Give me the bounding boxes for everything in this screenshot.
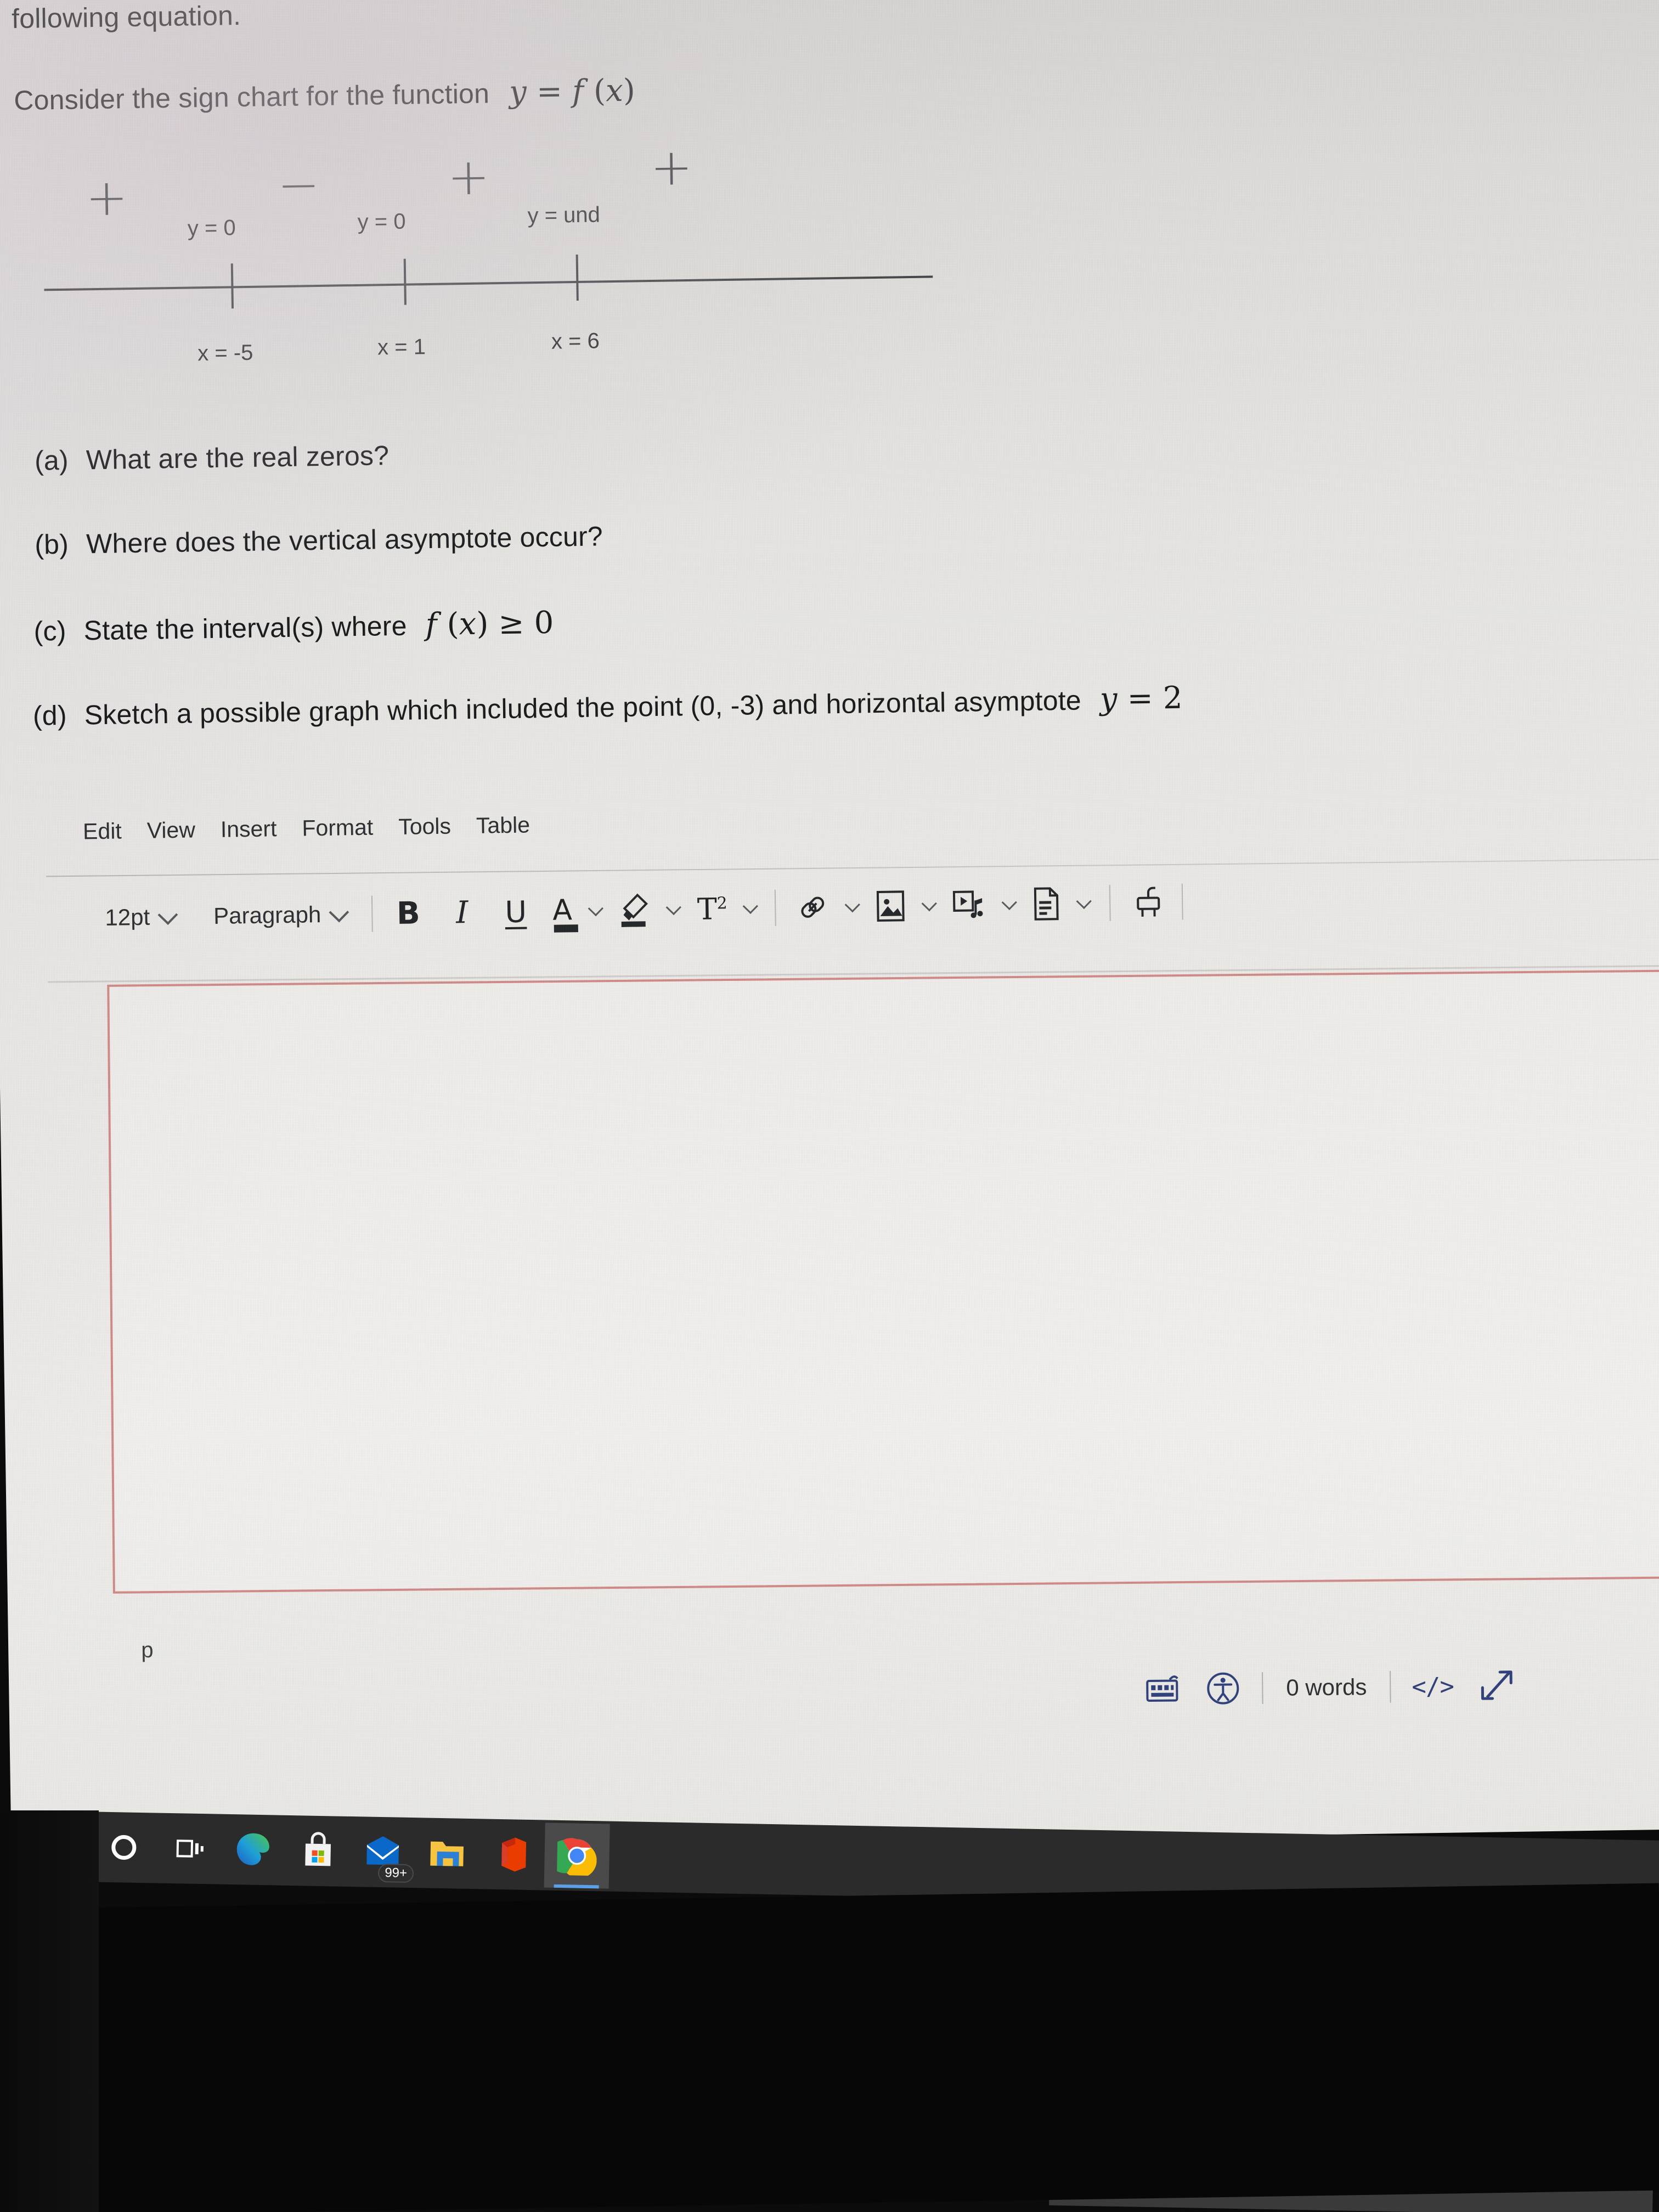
menu-item-tools[interactable]: Tools bbox=[398, 814, 451, 840]
taskbar-item-office[interactable] bbox=[479, 1821, 545, 1887]
value-label-1: y = 0 bbox=[187, 216, 236, 241]
chevron-down-icon bbox=[921, 895, 937, 912]
question-c-math: f (x) ≥ 0 bbox=[425, 605, 554, 643]
question-d-math: y = 2 bbox=[1099, 680, 1183, 717]
chevron-down-icon bbox=[329, 902, 349, 923]
resize-handle[interactable] bbox=[1477, 1667, 1516, 1706]
statusbar-divider bbox=[1390, 1671, 1391, 1703]
taskbar-item-file-explorer[interactable] bbox=[415, 1820, 481, 1886]
chevron-down-icon bbox=[666, 899, 682, 916]
sign-interval-2: − bbox=[276, 155, 320, 215]
tick-label-2: x = 1 bbox=[377, 335, 426, 360]
superscript-icon: T2 bbox=[697, 891, 728, 927]
font-size-select[interactable]: 12pt bbox=[91, 904, 187, 932]
highlight-color-control[interactable] bbox=[619, 892, 682, 927]
chevron-down-icon bbox=[1076, 893, 1092, 910]
font-size-value: 12pt bbox=[105, 904, 150, 930]
accessibility-checker-button[interactable] bbox=[1206, 1671, 1240, 1706]
tick-label-1: x = -5 bbox=[197, 340, 253, 366]
question-a-label: (a) bbox=[34, 444, 69, 476]
link-control[interactable] bbox=[796, 891, 860, 924]
question-b: (b) Where does the vertical asymptote oc… bbox=[35, 520, 603, 560]
monitor-bezel-left bbox=[0, 1810, 99, 2212]
statusbar-divider bbox=[1262, 1672, 1263, 1704]
question-d: (d) Sketch a possible graph which includ… bbox=[32, 680, 1183, 733]
chevron-down-icon bbox=[588, 900, 604, 917]
toolbar-divider bbox=[774, 889, 776, 926]
block-format-select[interactable]: Paragraph bbox=[199, 901, 359, 929]
question-c-text: State the interval(s) where bbox=[83, 610, 408, 646]
taskbar-item-microsoft-store[interactable] bbox=[285, 1818, 351, 1884]
superscript-control[interactable]: T2 bbox=[697, 891, 758, 927]
taskbar-item-mail[interactable]: 99+ bbox=[350, 1819, 416, 1885]
block-format-value: Paragraph bbox=[213, 901, 321, 929]
media-control[interactable] bbox=[952, 888, 1017, 922]
screen-content: following equation. Consider the sign ch… bbox=[1, 0, 1659, 1826]
menu-item-format[interactable]: Format bbox=[302, 815, 374, 842]
text-color-icon: A bbox=[552, 894, 573, 928]
question-b-text: Where does the vertical asymptote occur? bbox=[86, 521, 603, 560]
menu-item-edit[interactable]: Edit bbox=[83, 818, 122, 844]
editor-menubar: Edit View Insert Format Tools Table bbox=[83, 812, 531, 844]
menu-item-table[interactable]: Table bbox=[476, 812, 531, 838]
question-a: (a) What are the real zeros? bbox=[35, 439, 390, 477]
text-color-control[interactable]: A bbox=[552, 894, 604, 928]
editor-statusbar: 0 words </> bbox=[1133, 1666, 1527, 1708]
editor-breadcrumb[interactable]: p bbox=[141, 1638, 154, 1663]
question-c: (c) State the interval(s) where f (x) ≥ … bbox=[33, 605, 554, 648]
plugin-button[interactable] bbox=[1131, 881, 1165, 924]
html-editor-button[interactable]: </> bbox=[1412, 1672, 1454, 1701]
taskbar-item-cortana[interactable] bbox=[91, 1814, 157, 1880]
image-icon bbox=[875, 889, 905, 923]
sign-chart: + − + + y = 0 y = 0 y = und x = -5 x = 1… bbox=[1, 0, 991, 365]
bold-button[interactable]: B bbox=[391, 891, 426, 935]
chevron-down-icon bbox=[844, 897, 860, 913]
chevron-down-icon bbox=[157, 905, 178, 926]
sign-interval-4: + bbox=[650, 137, 693, 198]
tick-x-1 bbox=[403, 258, 407, 305]
tick-x-neg5 bbox=[230, 263, 234, 309]
question-a-text: What are the real zeros? bbox=[86, 440, 390, 476]
image-control[interactable] bbox=[875, 889, 937, 923]
question-d-label: (d) bbox=[32, 699, 67, 731]
number-line-axis bbox=[44, 275, 933, 291]
chevron-down-icon bbox=[1001, 894, 1017, 911]
toolbar-divider bbox=[1109, 884, 1111, 921]
monitor-photo: following equation. Consider the sign ch… bbox=[0, 0, 1659, 2212]
taskbar-item-edge[interactable] bbox=[221, 1817, 286, 1883]
question-b-label: (b) bbox=[34, 528, 69, 560]
sign-interval-3: + bbox=[447, 147, 490, 207]
desk-shadow bbox=[0, 1883, 1659, 2212]
underline-button[interactable]: U bbox=[499, 890, 533, 933]
menu-item-insert[interactable]: Insert bbox=[221, 816, 277, 843]
question-d-text: Sketch a possible graph which included t… bbox=[84, 685, 1082, 731]
monitor-screen: following equation. Consider the sign ch… bbox=[0, 0, 1659, 1854]
plug-icon bbox=[1133, 884, 1163, 920]
taskbar-item-chrome[interactable] bbox=[544, 1822, 610, 1889]
document-icon bbox=[1032, 887, 1060, 921]
editor-body[interactable] bbox=[107, 969, 1659, 1594]
word-count: 0 words bbox=[1286, 1674, 1367, 1701]
taskbar-item-task-view[interactable] bbox=[156, 1816, 222, 1882]
mail-badge: 99+ bbox=[378, 1863, 414, 1883]
keyboard-shortcuts-button[interactable] bbox=[1146, 1672, 1182, 1706]
link-icon bbox=[796, 891, 828, 923]
document-control[interactable] bbox=[1032, 886, 1092, 921]
question-c-label: (c) bbox=[33, 615, 66, 647]
editor-toolbar: 12pt Paragraph B I U A T2 bbox=[91, 875, 1197, 944]
highlighter-icon bbox=[619, 893, 650, 927]
italic-button[interactable]: I bbox=[445, 891, 479, 934]
media-icon bbox=[952, 888, 985, 922]
value-label-3: y = und bbox=[527, 202, 601, 228]
toolbar-divider bbox=[371, 895, 373, 932]
tick-label-3: x = 6 bbox=[551, 329, 600, 354]
menubar-divider bbox=[46, 859, 1659, 877]
chevron-down-icon bbox=[742, 898, 758, 915]
toolbar-divider bbox=[1181, 883, 1183, 920]
menu-item-view[interactable]: View bbox=[146, 817, 195, 843]
tick-x-6 bbox=[575, 254, 579, 301]
value-label-2: y = 0 bbox=[357, 209, 406, 234]
sign-interval-1: + bbox=[85, 168, 128, 228]
